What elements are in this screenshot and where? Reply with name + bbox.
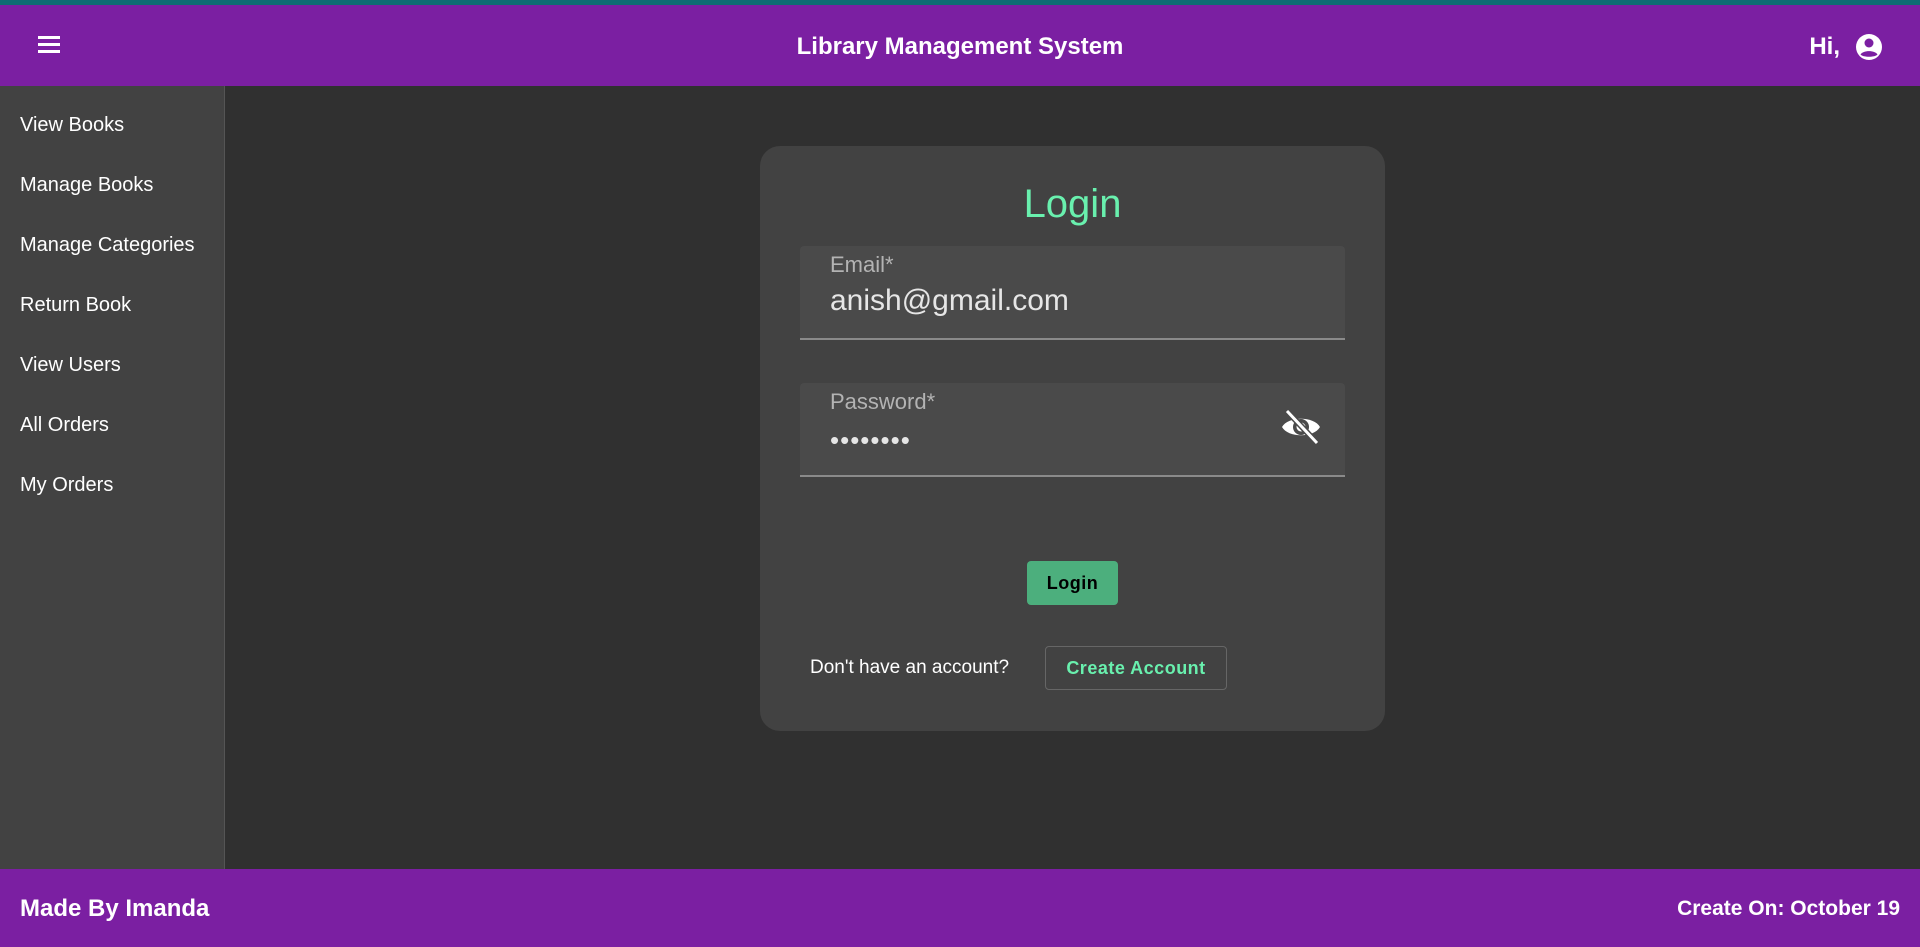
- eye-off-icon[interactable]: [1279, 405, 1323, 449]
- login-card: Login Email* anish@gmail.com Password* •…: [760, 146, 1385, 731]
- footer-credit: Made By Imanda: [20, 895, 210, 922]
- sidebar-item-all-orders[interactable]: All Orders: [0, 395, 224, 455]
- footer-created-date: Create On: October 19: [1677, 897, 1900, 920]
- sidebar-item-manage-books[interactable]: Manage Books: [0, 155, 224, 215]
- sidebar-item-manage-categories[interactable]: Manage Categories: [0, 215, 224, 275]
- app-footer: Made By Imanda Create On: October 19: [0, 869, 1920, 947]
- no-account-text: Don't have an account?: [810, 657, 1010, 678]
- email-input[interactable]: anish@gmail.com: [830, 284, 1250, 318]
- app-header: Library Management System Hi,: [0, 5, 1920, 86]
- password-field[interactable]: Password* ••••••••: [800, 383, 1345, 477]
- email-label: Email*: [830, 252, 894, 277]
- create-account-button[interactable]: Create Account: [1045, 646, 1227, 690]
- app-title: Library Management System: [796, 33, 1124, 60]
- email-field[interactable]: Email* anish@gmail.com: [800, 246, 1345, 340]
- password-label: Password*: [830, 389, 936, 414]
- sidebar-item-view-users[interactable]: View Users: [0, 335, 224, 395]
- sidebar-item-view-books[interactable]: View Books: [0, 95, 224, 155]
- account-circle-icon[interactable]: [1854, 32, 1884, 62]
- password-input[interactable]: ••••••••: [830, 425, 1250, 456]
- login-title: Login: [1023, 182, 1122, 226]
- login-button[interactable]: Login: [1027, 561, 1118, 605]
- sidebar-item-return-book[interactable]: Return Book: [0, 275, 224, 335]
- sidebar-nav: View Books Manage Books Manage Categorie…: [0, 86, 225, 869]
- sidebar-item-my-orders[interactable]: My Orders: [0, 455, 224, 515]
- user-greeting: Hi,: [1809, 33, 1840, 60]
